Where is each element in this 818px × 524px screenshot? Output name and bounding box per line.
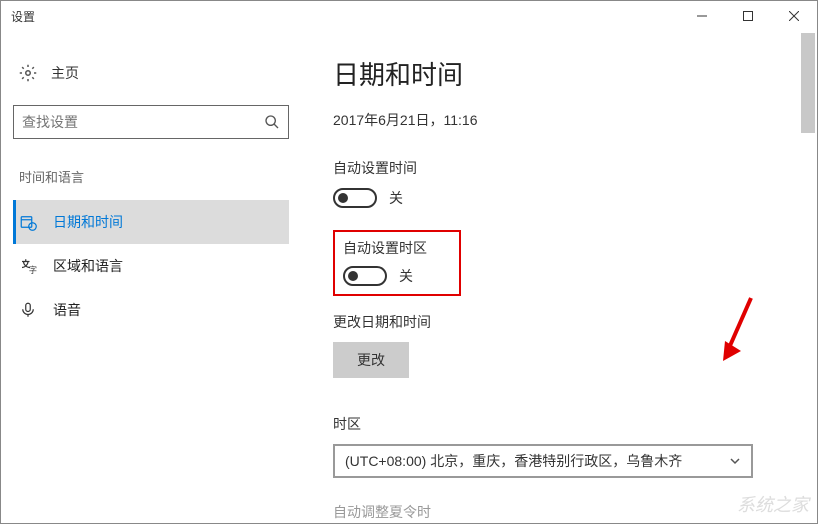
close-button[interactable] [771,1,817,31]
window-title: 设置 [11,8,35,25]
auto-tz-toggle-row: 关 [343,266,451,286]
timezone-heading: 时区 [333,414,797,434]
section-label: 时间和语言 [13,167,289,186]
home-link[interactable]: 主页 [13,55,289,91]
home-label: 主页 [51,63,79,83]
timezone-value: (UTC+08:00) 北京，重庆，香港特别行政区，乌鲁木齐 [345,451,682,471]
titlebar: 设置 [1,1,817,31]
auto-time-state: 关 [389,188,403,208]
change-datetime-label: 更改日期和时间 [333,312,797,332]
toggle-knob [348,271,358,281]
search-icon [264,114,280,130]
toggle-knob [338,193,348,203]
highlight-box: 自动设置时区 关 [333,230,461,296]
page-heading: 日期和时间 [333,55,797,92]
nav-item-region[interactable]: 字 区域和语言 [13,244,289,288]
auto-tz-label: 自动设置时区 [343,238,451,258]
nav-item-speech[interactable]: 语音 [13,288,289,332]
calendar-globe-icon [19,213,37,231]
auto-time-toggle[interactable] [333,188,377,208]
nav-item-datetime[interactable]: 日期和时间 [13,200,289,244]
auto-time-label: 自动设置时间 [333,158,797,178]
sidebar: 主页 时间和语言 日期和时间 字 区域和语言 语音 [1,31,301,523]
change-button[interactable]: 更改 [333,342,409,378]
microphone-icon [19,301,37,319]
timezone-select[interactable]: (UTC+08:00) 北京，重庆，香港特别行政区，乌鲁木齐 [333,444,753,478]
nav-item-label: 语音 [53,300,81,320]
auto-tz-toggle[interactable] [343,266,387,286]
auto-tz-state: 关 [399,266,413,286]
chevron-down-icon [729,455,741,467]
search-box[interactable] [13,105,289,139]
svg-text:字: 字 [29,265,37,275]
current-datetime: 2017年6月21日，11:16 [333,110,797,130]
minimize-button[interactable] [679,1,725,31]
language-icon: 字 [19,257,37,275]
main-panel: 日期和时间 2017年6月21日，11:16 自动设置时间 关 自动设置时区 关… [301,31,817,523]
dst-label: 自动调整夏令时 [333,502,797,522]
maximize-button[interactable] [725,1,771,31]
scrollbar-thumb[interactable] [801,33,815,133]
auto-time-toggle-row: 关 [333,188,797,208]
nav-item-label: 日期和时间 [53,212,123,232]
window-controls [679,1,817,31]
search-input[interactable] [22,114,264,130]
gear-icon [19,64,37,82]
nav-item-label: 区域和语言 [53,256,123,276]
